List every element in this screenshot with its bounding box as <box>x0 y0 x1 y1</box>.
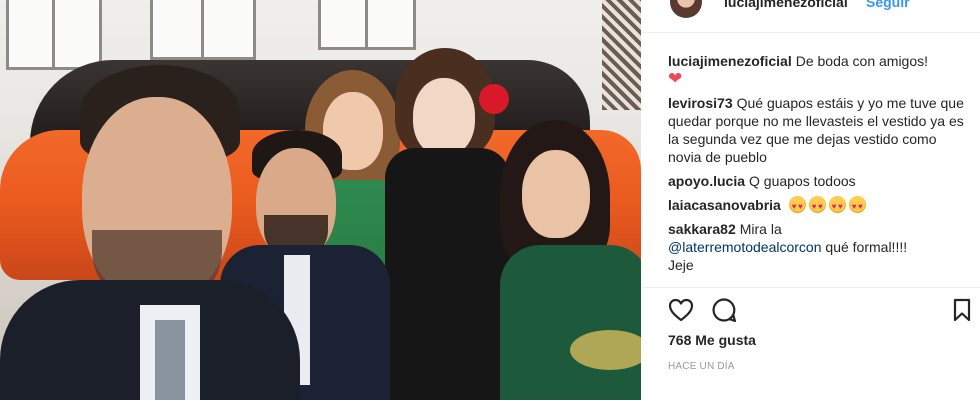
heart-emoji-icon: ❤ <box>668 69 683 88</box>
post-timestamp: HACE UN DÍA <box>668 361 735 372</box>
post-actions: 768 Me gusta HACE UN DÍA <box>642 287 980 401</box>
comment-username[interactable]: apoyo.lucia <box>668 173 745 189</box>
mention-link[interactable]: @laterremotodealcorcon <box>668 239 822 255</box>
post-side-panel: luciajimenezoficial Seguir luciajimenezo… <box>642 0 980 401</box>
comment-text: De boda con amigos! <box>795 53 929 69</box>
comment-item: luciajimenezoficial De boda con amigos! ❤ <box>668 52 968 88</box>
heart-eyes-emoji-icon <box>788 196 806 216</box>
comment-item: apoyo.lucia Q guapos todoos <box>668 172 968 190</box>
background-window <box>318 0 416 50</box>
comment-text: Q guapos todoos <box>749 173 856 189</box>
follow-button[interactable]: Seguir <box>866 0 910 10</box>
post-photo[interactable] <box>0 0 641 400</box>
red-flower <box>479 84 509 114</box>
header-username[interactable]: luciajimenezoficial <box>724 0 848 10</box>
heart-eyes-emoji-icon <box>848 196 866 216</box>
comment-text: qué formal!!!! <box>825 239 908 255</box>
comment-username[interactable]: levirosi73 <box>668 95 733 111</box>
avatar[interactable] <box>670 0 702 18</box>
comment-bubble-icon[interactable] <box>711 297 737 323</box>
heart-outline-icon[interactable] <box>668 298 694 322</box>
heart-eyes-emoji-icon <box>828 196 846 216</box>
likes-count[interactable]: 768 Me gusta <box>668 332 756 348</box>
heart-eyes-emoji-icon <box>808 196 826 216</box>
post-header: luciajimenezoficial Seguir <box>642 0 980 33</box>
bookmark-icon[interactable] <box>952 298 972 322</box>
comment-text: Mira la <box>739 221 782 237</box>
comment-username[interactable]: luciajimenezoficial <box>668 53 792 69</box>
comment-username[interactable]: laiacasanovabria <box>668 197 781 213</box>
comment-item: levirosi73 Qué guapos estáis y yo me tuve… <box>668 94 968 166</box>
comment-item: sakkara82 Mira la @laterremotodealcorcon … <box>668 220 968 274</box>
comments-fade <box>642 270 980 288</box>
background-window <box>150 0 256 60</box>
comment-item: laiacasanovabria <box>668 196 968 216</box>
background-poster <box>602 0 641 110</box>
comment-username[interactable]: sakkara82 <box>668 221 736 237</box>
background-window <box>6 0 102 70</box>
comments-list: luciajimenezoficial De boda con amigos! ❤… <box>668 52 968 280</box>
